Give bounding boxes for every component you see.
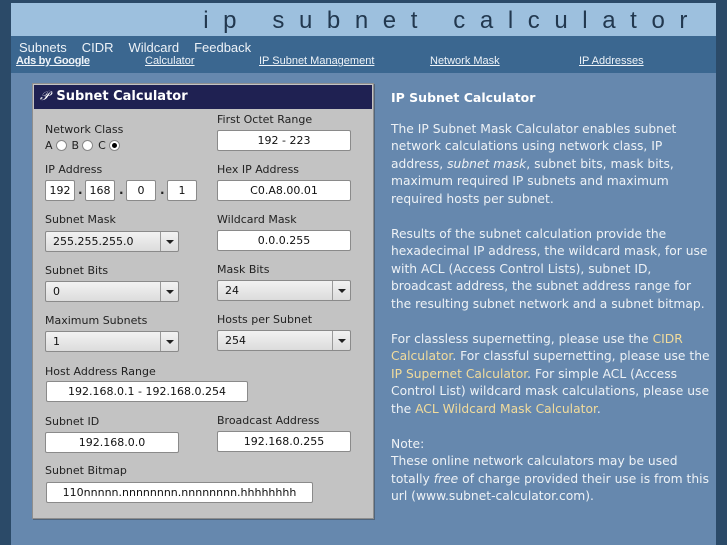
ip-address-label: IP Address <box>45 163 103 176</box>
calculator-logo-icon: 𝒫 <box>40 89 50 104</box>
nav-subnets[interactable]: Subnets <box>19 40 67 55</box>
hex-ip-label: Hex IP Address <box>217 163 300 176</box>
subnet-mask-value: 255.255.255.0 <box>53 235 134 248</box>
nav-cidr[interactable]: CIDR <box>82 40 114 55</box>
mask-bits-label: Mask Bits <box>217 263 270 276</box>
ad-link-calculator[interactable]: Calculator <box>145 55 195 67</box>
chevron-down-icon[interactable] <box>332 281 350 300</box>
subnet-bitmap-label: Subnet Bitmap <box>45 464 127 477</box>
description-results: Results of the subnet calculation provid… <box>391 226 708 311</box>
ad-link-network-mask[interactable]: Network Mask <box>430 55 500 67</box>
ip-dot-separator: . <box>119 183 124 197</box>
mask-bits-select[interactable]: 24 <box>217 280 351 301</box>
description-note: Note: These online network calculators ma… <box>391 436 711 506</box>
ip-supernet-calculator-link[interactable]: IP Supernet Calculator <box>391 367 527 381</box>
subnet-bits-value: 0 <box>53 285 60 298</box>
hex-ip-field[interactable]: C0.A8.00.01 <box>217 180 351 201</box>
main-nav: Subnets CIDR Wildcard Feedback <box>19 40 251 55</box>
chevron-down-icon[interactable] <box>332 331 350 350</box>
hosts-per-subnet-value: 254 <box>225 334 246 347</box>
text: . <box>596 401 601 416</box>
ip-octet-4-input[interactable]: 1 <box>167 180 197 201</box>
host-range-field[interactable]: 192.168.0.1 - 192.168.0.254 <box>46 381 248 402</box>
mask-bits-value: 24 <box>225 284 239 297</box>
wildcard-mask-label: Wildcard Mask <box>217 213 297 226</box>
subnet-bits-select[interactable]: 0 <box>45 281 179 302</box>
first-octet-range-label: First Octet Range <box>217 113 313 126</box>
chevron-down-icon[interactable] <box>160 232 178 251</box>
ads-bar: Ads by Google Calculator IP Subnet Manag… <box>16 55 716 69</box>
class-c-label: C <box>98 139 106 152</box>
subnet-mask-label: Subnet Mask <box>45 213 116 226</box>
class-c-radio[interactable] <box>108 140 120 151</box>
wildcard-mask-field[interactable]: 0.0.0.255 <box>217 230 351 251</box>
ad-link-ip-addresses[interactable]: IP Addresses <box>579 55 644 67</box>
page: ip subnet calculator Subnets CIDR Wildca… <box>11 3 716 545</box>
hosts-per-subnet-label: Hosts per Subnet <box>217 313 313 326</box>
class-b-radio[interactable] <box>82 140 94 151</box>
emphasis: subnet mask <box>447 156 527 171</box>
max-subnets-value: 1 <box>53 335 60 348</box>
chevron-down-icon[interactable] <box>160 282 178 301</box>
navbar: Subnets CIDR Wildcard Feedback Ads by Go… <box>11 36 716 73</box>
description-panel: IP Subnet Calculator The IP Subnet Mask … <box>391 88 711 523</box>
ip-dot-separator: . <box>78 183 83 197</box>
subnet-calculator-panel: 𝒫 Subnet Calculator Network Class A B C F… <box>32 83 374 519</box>
description-heading: IP Subnet Calculator <box>391 90 536 105</box>
network-class-radios: A B C <box>45 139 125 152</box>
ad-link-ip-subnet-management[interactable]: IP Subnet Management <box>259 55 374 67</box>
hosts-per-subnet-select[interactable]: 254 <box>217 330 351 351</box>
ip-octet-1-input[interactable]: 192 <box>45 180 75 201</box>
ip-octet-3-input[interactable]: 0 <box>126 180 156 201</box>
ads-by-google-link[interactable]: Ads by Google <box>16 55 90 67</box>
host-range-label: Host Address Range <box>45 365 156 378</box>
ip-octet-2-input[interactable]: 168 <box>85 180 115 201</box>
network-class-label: Network Class <box>45 123 124 136</box>
subnet-mask-select[interactable]: 255.255.255.0 <box>45 231 179 252</box>
nav-wildcard[interactable]: Wildcard <box>128 40 179 55</box>
subnet-bits-label: Subnet Bits <box>45 264 109 277</box>
class-a-radio[interactable] <box>55 140 67 151</box>
ip-dot-separator: . <box>160 183 165 197</box>
broadcast-label: Broadcast Address <box>217 414 320 427</box>
max-subnets-select[interactable]: 1 <box>45 331 179 352</box>
class-a-label: A <box>45 139 53 152</box>
description-supernetting: For classless supernetting, please use t… <box>391 331 711 419</box>
description-intro: The IP Subnet Mask Calculator enables su… <box>391 121 711 209</box>
nav-feedback[interactable]: Feedback <box>194 40 251 55</box>
site-banner: ip subnet calculator <box>11 3 716 36</box>
text: For classless supernetting, please use t… <box>391 331 653 346</box>
text: . For classful supernetting, please use … <box>452 349 710 364</box>
site-title: ip subnet calculator <box>203 7 702 34</box>
broadcast-field[interactable]: 192.168.0.255 <box>217 431 351 452</box>
note-label: Note: <box>391 436 425 451</box>
panel-title: Subnet Calculator <box>56 89 188 104</box>
class-b-label: B <box>71 139 80 152</box>
subnet-id-field[interactable]: 192.168.0.0 <box>45 432 179 453</box>
chevron-down-icon[interactable] <box>160 332 178 351</box>
acl-wildcard-calculator-link[interactable]: ACL Wildcard Mask Calculator <box>415 402 597 416</box>
max-subnets-label: Maximum Subnets <box>45 314 148 327</box>
subnet-bitmap-field[interactable]: 110nnnnn.nnnnnnnn.nnnnnnnn.hhhhhhhh <box>46 482 313 503</box>
emphasis: free <box>433 471 459 486</box>
panel-header: 𝒫 Subnet Calculator <box>34 85 372 109</box>
subnet-id-label: Subnet ID <box>45 415 100 428</box>
first-octet-range-field[interactable]: 192 - 223 <box>217 130 351 151</box>
